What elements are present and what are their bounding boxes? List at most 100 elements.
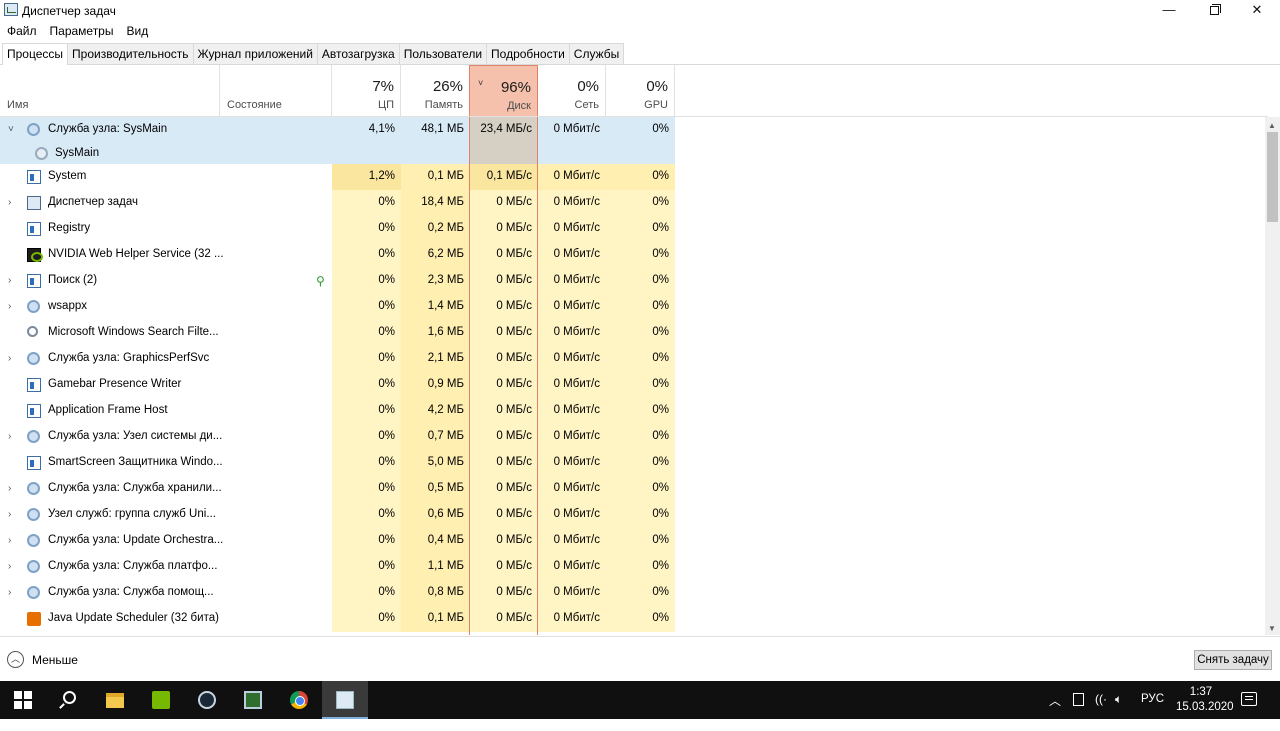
column-header-memory[interactable]: 26% Память [401,65,470,117]
chevron-right-icon[interactable]: › [8,431,11,442]
table-row[interactable]: Gamebar Presence Writer 0% 0,9 МБ 0 МБ/с 0 М… [0,372,1265,398]
taskbar-file-explorer[interactable] [92,681,138,719]
tablet-icon[interactable] [1073,693,1084,706]
column-header-disk[interactable]: ˅ 96% Диск [469,65,538,117]
cpu-cell: 0% [332,476,401,502]
menu-options[interactable]: Параметры [43,21,120,41]
process-name-cell[interactable]: › Узел служб: группа служб Uni... [0,502,332,528]
close-button[interactable]: ✕ [1234,0,1280,21]
chevron-right-icon[interactable]: › [8,509,11,520]
maximize-button[interactable] [1191,0,1237,21]
chevron-right-icon[interactable]: › [8,561,11,572]
tab-processes[interactable]: Процессы [2,43,69,65]
tab-users[interactable]: Пользователи [398,43,488,64]
tab-details[interactable]: Подробности [486,43,570,64]
tab-startup[interactable]: Автозагрузка [316,43,400,64]
taskbar-search-button[interactable] [46,681,92,719]
chevron-right-icon[interactable]: › [8,275,11,286]
chevron-right-icon[interactable]: › [8,535,11,546]
table-row[interactable]: › Диспетчер задач 0% 18,4 МБ 0 МБ/с 0 Мбит/с 0… [0,190,1265,216]
show-hidden-icons-icon[interactable]: ︿ [1049,692,1061,730]
process-name-cell[interactable]: NVIDIA Web Helper Service (32 ... [0,242,332,268]
process-name-cell[interactable]: › Служба узла: Служба помощ... [0,580,332,606]
start-button[interactable] [0,681,46,719]
process-name-cell[interactable]: Microsoft Windows Search Filte... [0,320,332,346]
volume-icon[interactable]: 🔈︎ [1115,692,1122,730]
tab-services[interactable]: Службы [568,43,625,64]
fewer-details-button[interactable]: ︿ Меньше [7,651,78,668]
network-cell: 0 Мбит/с [538,164,606,190]
table-row[interactable]: › wsappx 0% 1,4 МБ 0 МБ/с 0 Мбит/с 0% [0,294,1265,320]
notifications-icon[interactable] [1241,692,1257,706]
process-name-cell[interactable]: SysMain [0,141,332,164]
column-header-name[interactable]: Имя [0,65,220,117]
process-name-cell[interactable]: Registry [0,216,332,242]
chevron-right-icon[interactable]: › [8,483,11,494]
process-name-cell[interactable]: SmartScreen Защитника Windo... [0,450,332,476]
menu-file[interactable]: Файл [0,21,43,41]
table-row[interactable]: NVIDIA Web Helper Service (32 ... 0% 6,2 М… [0,242,1265,268]
table-row[interactable]: › Узел служб: группа служб Uni... 0% 0,6 МБ… [0,502,1265,528]
chevron-right-icon[interactable]: › [8,197,11,208]
process-name-cell[interactable]: › Служба узла: Служба платфо... [0,554,332,580]
network-cell: 0 Мбит/с [538,450,606,476]
taskbar-steam[interactable] [184,681,230,719]
table-row[interactable]: SysMain [0,141,1265,164]
process-name-cell[interactable]: › Служба узла: Update Orchestra... [0,528,332,554]
table-row[interactable]: › Служба узла: Служба платфо... 0% 1,1 МБ 0 … [0,554,1265,580]
process-name-cell[interactable]: › Диспетчер задач [0,190,332,216]
table-row[interactable]: › Служба узла: Update Orchestra... 0% 0,4 М… [0,528,1265,554]
tab-app-history[interactable]: Журнал приложений [192,43,318,64]
network-icon[interactable]: ((· [1095,692,1107,730]
table-row[interactable]: › Служба узла: Узел системы ди... 0% 0,7 МБ… [0,424,1265,450]
table-row[interactable]: › Служба узла: Служба хранили... 0% 0,5 МБ 0… [0,476,1265,502]
chevron-right-icon[interactable]: › [8,587,11,598]
table-row[interactable]: › Служба узла: Служба помощ... 0% 0,8 МБ 0 М… [0,580,1265,606]
column-header-network[interactable]: 0% Сеть [538,65,606,117]
process-name-cell[interactable]: Gamebar Presence Writer [0,372,332,398]
scroll-down-icon[interactable]: ▼ [1268,624,1276,633]
table-row[interactable]: Java Update Scheduler (32 бита) 0% 0,1 МБ 0… [0,606,1265,632]
memory-cell: 6,2 МБ [401,242,470,268]
process-name-cell[interactable]: ˅ Служба узла: SysMain [0,117,332,141]
taskbar-task-manager[interactable] [322,681,368,719]
tab-performance[interactable]: Производительность [67,43,194,64]
vertical-scrollbar[interactable]: ▲ ▼ [1265,117,1280,635]
process-name-cell[interactable]: › Служба узла: Служба хранили... [0,476,332,502]
table-row[interactable]: Registry 0% 0,2 МБ 0 МБ/с 0 Мбит/с 0% [0,216,1265,242]
chevron-right-icon[interactable]: › [8,353,11,364]
process-name-cell[interactable]: System [0,164,332,190]
process-name-cell[interactable]: › Служба узла: Узел системы ди... [0,424,332,450]
taskbar-app[interactable] [230,681,276,719]
table-row[interactable]: ˅ Служба узла: SysMain 4,1% 48,1 МБ 23,4 МБ/… [0,117,1265,141]
memory-cell: 0,8 МБ [401,580,470,606]
table-row[interactable]: Application Frame Host 0% 4,2 МБ 0 МБ/с 0 Мб… [0,398,1265,424]
table-row[interactable]: SmartScreen Защитника Windo... 0% 5,0 МБ 0 … [0,450,1265,476]
minimize-button[interactable]: — [1146,0,1192,21]
clock[interactable]: 1:37 15.03.2020 [1176,685,1234,723]
process-name: Служба узла: Update Orchestra... [48,534,224,546]
scrollbar-thumb[interactable] [1267,132,1278,222]
process-name-cell[interactable]: Application Frame Host [0,398,332,424]
process-name-cell[interactable]: › Служба узла: GraphicsPerfSvc [0,346,332,372]
scroll-up-icon[interactable]: ▲ [1268,121,1276,130]
language-indicator[interactable]: РУС [1141,693,1164,731]
chevron-down-icon[interactable]: ˅ [8,124,14,135]
table-row[interactable]: › Служба узла: GraphicsPerfSvc 0% 2,1 МБ 0 М… [0,346,1265,372]
process-name-cell[interactable]: Java Update Scheduler (32 бита) [0,606,332,632]
column-header-gpu[interactable]: 0% GPU [606,65,675,117]
table-row[interactable]: › Поиск (2) ⚲ 0% 2,3 МБ 0 МБ/с 0 Мбит/с 0% [0,268,1265,294]
column-header-cpu[interactable]: 7% ЦП [332,65,401,117]
table-row[interactable]: System 1,2% 0,1 МБ 0,1 МБ/с 0 Мбит/с 0% [0,164,1265,190]
table-row[interactable]: Microsoft Windows Search Filte... 0% 1,6 М… [0,320,1265,346]
end-task-button[interactable]: Снять задачу [1194,650,1272,670]
taskbar-chrome[interactable] [276,681,322,719]
gpu-cell: 0% [606,606,675,632]
menu-view[interactable]: Вид [119,21,154,41]
gpu-cell: 0% [606,372,675,398]
taskbar-nvidia[interactable] [138,681,184,719]
chevron-right-icon[interactable]: › [8,301,11,312]
column-header-state[interactable]: Состояние [220,65,332,117]
process-name-cell[interactable]: › Поиск (2) ⚲ [0,268,332,294]
process-name-cell[interactable]: › wsappx [0,294,332,320]
